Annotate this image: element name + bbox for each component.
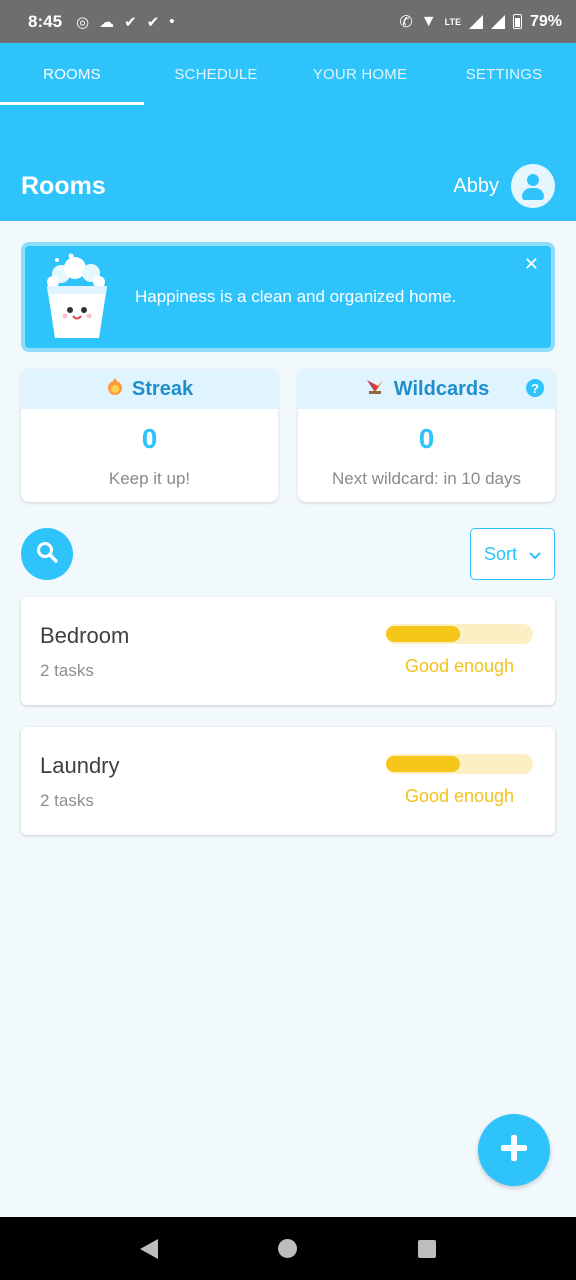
cleanliness-bar-fill — [386, 626, 460, 642]
battery-percent: 79% — [529, 12, 562, 30]
help-icon[interactable]: ? — [526, 379, 544, 397]
user-name: Abby — [453, 174, 499, 197]
streak-subtext: Keep it up! — [108, 469, 191, 488]
tab-settings[interactable]: SETTINGS — [432, 43, 576, 105]
call-icon: ✆ — [399, 13, 413, 31]
network-label: LTE — [444, 16, 461, 27]
signal-icon — [490, 14, 505, 29]
avatar-icon[interactable] — [511, 164, 555, 208]
home-icon[interactable] — [278, 1239, 298, 1258]
streak-card: Streak 0 Keep it up! — [21, 369, 278, 502]
wildcards-value: 0 — [418, 423, 435, 454]
back-icon[interactable] — [140, 1238, 159, 1259]
banner-text: Happiness is a clean and organized home. — [135, 287, 457, 306]
battery-icon — [512, 14, 522, 29]
tab-schedule[interactable]: SCHEDULE — [144, 43, 288, 105]
room-status: Good enough — [404, 786, 515, 806]
page-title: Rooms — [21, 171, 106, 200]
room-status: Good enough — [404, 656, 515, 676]
room-name: Bedroom — [40, 623, 130, 648]
close-icon[interactable]: ✕ — [524, 254, 539, 275]
dot-icon: • — [169, 13, 175, 30]
instagram-icon: ◎ — [76, 13, 90, 31]
jester-hat-icon — [364, 376, 386, 402]
status-bar: 8:45 ◎ ☁ ✔ ✔ • ✆ ▼ LTE 79% — [0, 0, 576, 43]
sort-button[interactable]: Sort — [470, 528, 555, 580]
cleanliness-bar — [386, 624, 533, 644]
room-task-count: 2 tasks — [40, 661, 94, 680]
add-room-button[interactable] — [478, 1114, 550, 1186]
search-button[interactable] — [21, 528, 73, 580]
signal-icon — [468, 14, 483, 29]
sort-label: Sort — [483, 543, 517, 564]
wildcards-card: Wildcards ? 0 Next wildcard: in 10 days — [298, 369, 555, 502]
room-card-bedroom[interactable]: Bedroom 2 tasks Good enough — [21, 597, 555, 705]
recents-icon[interactable] — [417, 1239, 436, 1258]
room-name: Laundry — [40, 753, 120, 778]
room-task-count: 2 tasks — [40, 791, 94, 810]
app-bar: ROOMS SCHEDULE YOUR HOME SETTINGS Rooms … — [0, 43, 576, 221]
system-nav-bar — [0, 1217, 576, 1280]
checkmark-icon: ✔ — [146, 13, 160, 31]
cloud-icon: ☁ — [99, 13, 115, 31]
tab-rooms[interactable]: ROOMS — [0, 43, 144, 105]
chevron-down-icon — [529, 544, 541, 565]
streak-value: 0 — [141, 423, 158, 454]
plus-icon — [499, 1133, 529, 1168]
flame-icon — [106, 376, 124, 402]
user-profile[interactable]: Abby — [453, 164, 555, 208]
cleanliness-bar — [386, 754, 533, 774]
checkmark-icon: ✔ — [124, 13, 137, 31]
wildcards-label: Wildcards — [393, 377, 490, 400]
cleanliness-bar-fill — [386, 756, 460, 772]
notification-icons: ◎ ☁ ✔ ✔ • — [76, 13, 175, 31]
search-icon — [35, 540, 59, 569]
streak-label: Streak — [131, 377, 194, 400]
status-time: 8:45 — [28, 11, 63, 31]
wildcards-subtext: Next wildcard: in 10 days — [332, 469, 521, 488]
room-card-laundry[interactable]: Laundry 2 tasks Good enough — [21, 727, 555, 835]
bucket-mascot-icon — [41, 252, 113, 342]
motivation-banner: Happiness is a clean and organized home.… — [21, 242, 555, 352]
tab-your-home[interactable]: YOUR HOME — [288, 43, 432, 105]
tab-bar: ROOMS SCHEDULE YOUR HOME SETTINGS — [0, 43, 576, 105]
wifi-icon: ▼ — [420, 12, 437, 30]
